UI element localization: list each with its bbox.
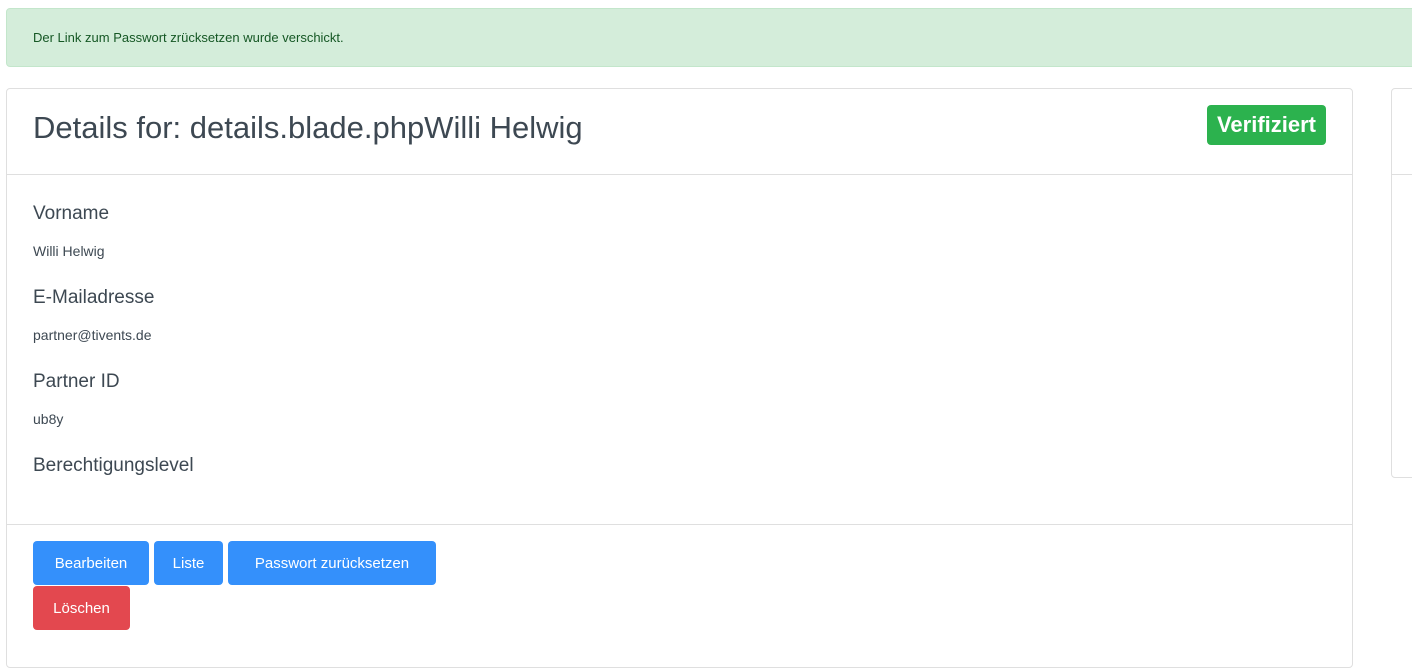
side-card [1391,88,1412,478]
delete-button[interactable]: Löschen [33,586,130,630]
side-card-header [1392,89,1412,175]
field-value-vorname: Willi Helwig [33,243,105,259]
reset-password-button[interactable]: Passwort zurücksetzen [228,541,436,585]
card-footer: Bearbeiten Liste Passwort zurücksetzen L… [7,525,1352,665]
field-value-email: partner@tivents.de [33,327,152,343]
details-card: Details for: details.blade.phpWilli Helw… [6,88,1353,668]
success-alert: Der Link zum Passwort zrücksetzen wurde … [6,8,1412,67]
field-label-partner-id: Partner ID [33,371,120,392]
field-label-vorname: Vorname [33,203,110,224]
field-value-partner-id: ub8y [33,411,64,427]
status-badge: Verifiziert [1206,105,1326,145]
field-label-email: E-Mailadresse [33,287,155,308]
details-body: Vorname Willi Helwig E-Mailadresse partn… [7,175,1352,525]
list-button[interactable]: Liste [154,541,223,585]
field-label-berechtigungslevel: Berechtigungslevel [33,455,194,476]
page-title: Details for: details.blade.phpWilli Helw… [33,110,583,145]
card-header: Details for: details.blade.phpWilli Helw… [7,89,1352,175]
edit-button[interactable]: Bearbeiten [33,541,149,585]
alert-message: Der Link zum Passwort zrücksetzen wurde … [33,30,344,45]
